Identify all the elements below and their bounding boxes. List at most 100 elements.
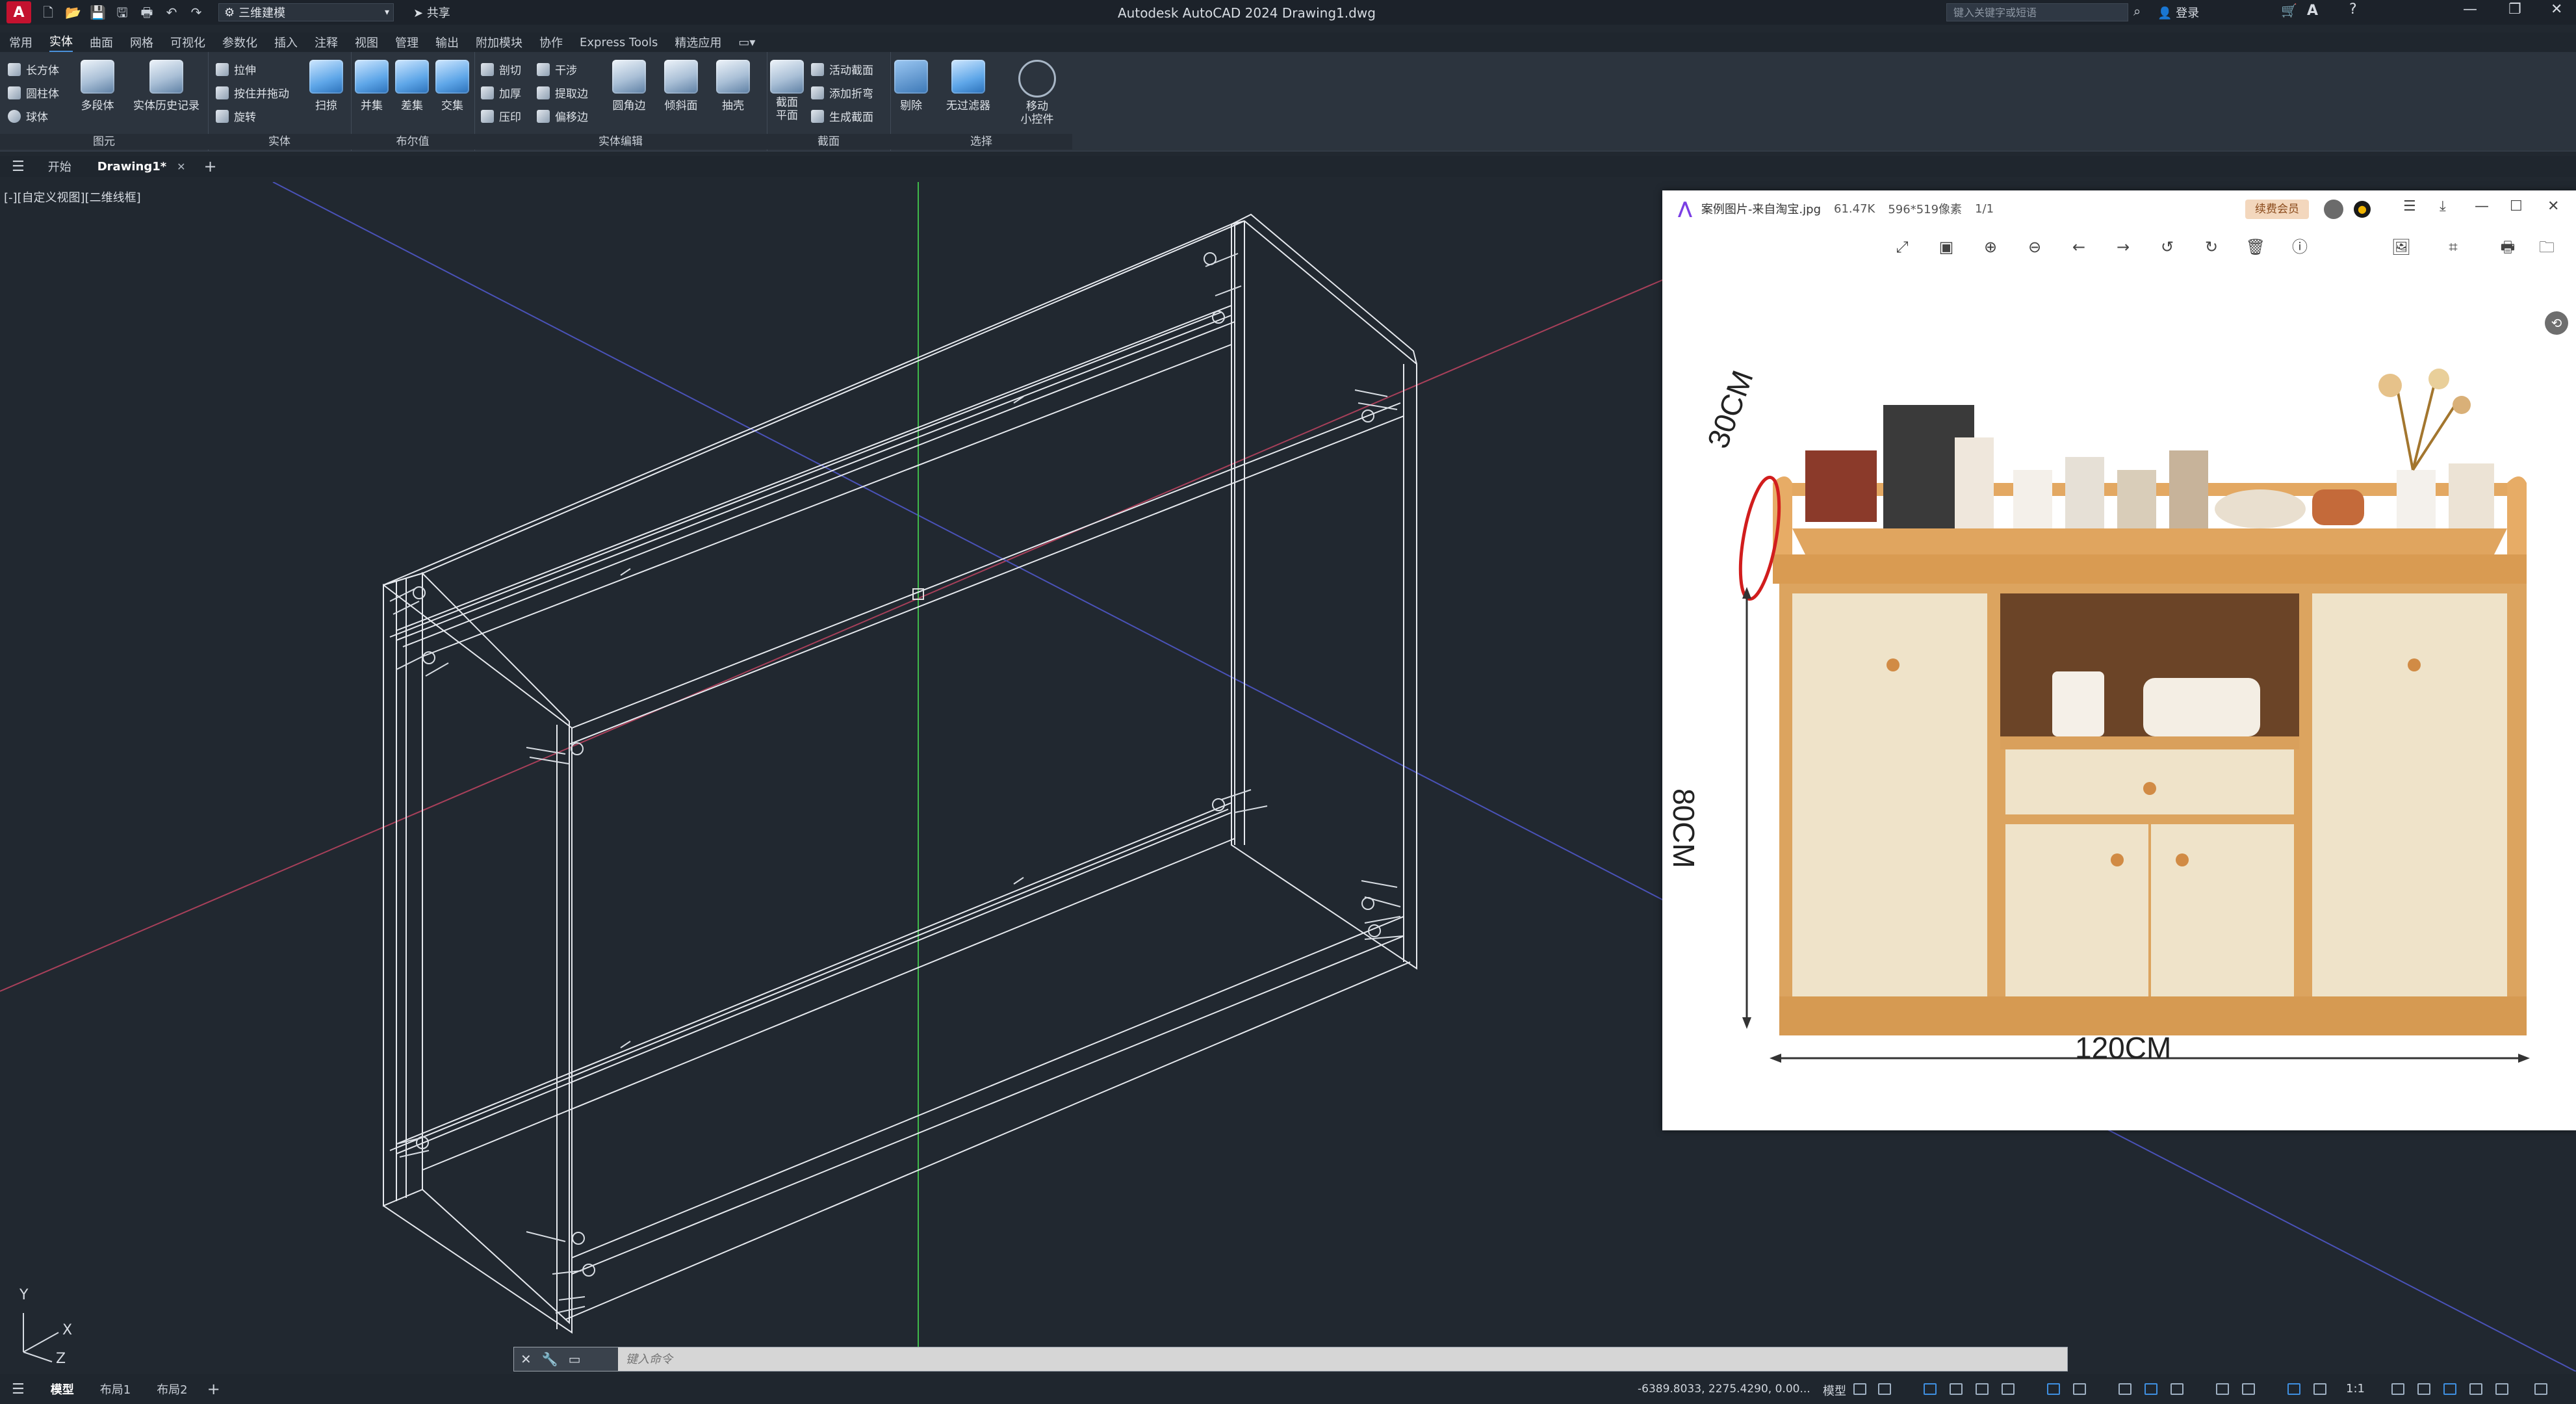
tab-output[interactable]: 输出 [435, 34, 459, 51]
tab-model[interactable]: 模型 [51, 1381, 74, 1398]
object-snap-tracking-icon[interactable] [2002, 1383, 2015, 1395]
command-settings-icon[interactable]: 🔧 [542, 1351, 558, 1367]
minimize-icon[interactable]: — [2463, 1, 2477, 18]
section-plane-button[interactable]: 截面 平面 [767, 55, 807, 122]
presspull-button[interactable]: 按住并拖动 [216, 84, 289, 101]
command-history-icon[interactable]: ▭ [569, 1351, 581, 1367]
culling-button[interactable]: 剔除 [890, 55, 932, 112]
layout-menu-icon[interactable]: ☰ [12, 1381, 25, 1398]
revolve-button[interactable]: 旋转 [216, 108, 256, 124]
rotate-left-icon[interactable]: ↺ [2156, 236, 2178, 258]
tab-home[interactable]: 常用 [9, 34, 32, 51]
snap-icon[interactable] [1878, 1383, 1891, 1395]
selection-cycling-icon[interactable] [2145, 1383, 2157, 1395]
autodesk-account-icon[interactable]: A [2307, 3, 2318, 19]
taper-faces-button[interactable]: 倾斜面 [656, 55, 706, 112]
object-snap-icon[interactable] [2047, 1383, 2060, 1395]
tab-parametric[interactable]: 参数化 [222, 34, 257, 51]
cart-icon[interactable]: 🛒 [2281, 3, 2297, 18]
top-rail[interactable] [396, 304, 1232, 642]
viewer-menu-icon[interactable]: ☰ [2403, 198, 2416, 214]
fullscreen-icon[interactable]: ⤢ [1891, 236, 1913, 258]
annotation-monitor-icon[interactable] [2417, 1383, 2430, 1395]
coordinates-readout[interactable]: -6389.8033, 2275.4290, 0.00... [1638, 1383, 1810, 1396]
tab-featured-apps[interactable]: 精选应用 [675, 34, 721, 51]
isolate-objects-icon[interactable] [2443, 1383, 2456, 1395]
rotate-right-icon[interactable]: ↻ [2200, 236, 2222, 258]
thicken-button[interactable]: 加厚 [481, 84, 521, 101]
tab-addins[interactable]: 附加模块 [476, 34, 522, 51]
command-line[interactable]: ✕ 🔧 ▭ [513, 1347, 2068, 1372]
model-space-button[interactable]: 模型 [1823, 1382, 1846, 1399]
open-file-icon[interactable]: 📂 [65, 5, 81, 20]
plot-icon[interactable]: 🖶 [139, 5, 155, 20]
back-top-edge[interactable] [383, 220, 1245, 586]
close-tab-icon[interactable]: ✕ [177, 161, 185, 173]
polysolid-button[interactable]: 多段体 [73, 55, 122, 112]
sweep-button[interactable]: 扫掠 [305, 55, 347, 112]
tab-solid[interactable]: 实体 [49, 32, 73, 53]
viewer-minimize-icon[interactable]: — [2475, 198, 2489, 214]
customization-icon[interactable] [2534, 1383, 2547, 1395]
imprint-button[interactable]: 压印 [481, 108, 521, 124]
tab-visualize[interactable]: 可视化 [170, 34, 205, 51]
share-button[interactable]: ➤ 共享 [413, 4, 450, 21]
tab-start[interactable]: 开始 [48, 158, 71, 175]
polar-icon[interactable] [1950, 1383, 1963, 1395]
panel-title-solid-editing[interactable]: 实体编辑 [474, 134, 767, 150]
info-icon[interactable]: ⓘ [2289, 236, 2311, 258]
interfere-button[interactable]: 干涉 [537, 61, 577, 77]
close-icon[interactable]: ✕ [2551, 1, 2562, 18]
grid-icon[interactable] [1853, 1383, 1866, 1395]
left-panel-inner[interactable] [422, 571, 570, 1325]
hardware-acceleration-icon[interactable] [2469, 1383, 2482, 1395]
annotation-scale[interactable]: 1:1 [2346, 1382, 2365, 1396]
extrude-button[interactable]: 拉伸 [216, 61, 256, 77]
offset-edge-button[interactable]: 偏移边 [537, 108, 588, 124]
tab-annotate[interactable]: 注释 [315, 34, 338, 51]
fillet-edge-button[interactable]: 圆角边 [604, 55, 654, 112]
tab-more-icon[interactable]: ▭▾ [738, 36, 755, 49]
search-icon[interactable]: ⌕ [2133, 3, 2141, 19]
selection-filter-icon[interactable] [2242, 1383, 2255, 1395]
save-image-icon[interactable]: 🗀 [2536, 236, 2558, 258]
workspace-switch-icon[interactable] [2391, 1383, 2404, 1395]
previous-icon[interactable]: ← [2068, 236, 2090, 258]
move-gizmo-button[interactable]: 移动 小控件 [1005, 55, 1070, 126]
cylinder-button[interactable]: 圆柱体 [8, 84, 59, 101]
tab-collaborate[interactable]: 协作 [539, 34, 563, 51]
coin-icon[interactable]: ● [2354, 201, 2371, 218]
tab-surface[interactable]: 曲面 [90, 34, 113, 51]
tab-layout1[interactable]: 布局1 [100, 1381, 131, 1398]
new-file-icon[interactable]: 🗋 [40, 5, 56, 20]
3d-osnap-icon[interactable] [2170, 1383, 2183, 1395]
zoom-out-icon[interactable]: ⊖ [2024, 236, 2046, 258]
actual-size-icon[interactable]: ▣ [1935, 236, 1957, 258]
clean-screen-icon[interactable] [2495, 1383, 2508, 1395]
cabinet-wireframe[interactable] [383, 213, 1417, 1334]
next-icon[interactable]: → [2112, 236, 2134, 258]
avatar[interactable] [2324, 200, 2343, 219]
union-button[interactable]: 并集 [351, 55, 393, 112]
isodraft-icon[interactable] [1976, 1383, 1989, 1395]
left-panel-outer[interactable] [383, 583, 573, 1334]
transparency-icon[interactable] [2119, 1383, 2132, 1395]
solid-history-button[interactable]: 实体历史记录 [127, 55, 205, 112]
tab-manage[interactable]: 管理 [395, 34, 419, 51]
no-filter-button[interactable]: 无过滤器 [936, 55, 1001, 112]
tab-express-tools[interactable]: Express Tools [580, 36, 658, 49]
panel-title-boolean[interactable]: 布尔值 [351, 134, 474, 150]
right-panel-outer[interactable] [1231, 220, 1417, 970]
panel-title-section[interactable]: 截面 [767, 134, 890, 150]
tab-drawing1[interactable]: Drawing1* [97, 160, 166, 174]
pin-icon[interactable]: ⤓ [2440, 198, 2446, 214]
command-input[interactable] [618, 1351, 2067, 1367]
autocad-logo-icon[interactable]: A [6, 1, 31, 23]
delete-icon[interactable]: 🗑 [2245, 236, 2267, 258]
redo-icon[interactable]: ↷ [188, 5, 204, 20]
search-input[interactable]: 键入关键字或短语 [1946, 3, 2128, 21]
box-button[interactable]: 长方体 [8, 61, 59, 77]
viewer-maximize-icon[interactable]: ☐ [2510, 198, 2523, 214]
save-icon[interactable]: 💾 [90, 5, 106, 20]
panel-title-selection[interactable]: 选择 [890, 134, 1072, 150]
